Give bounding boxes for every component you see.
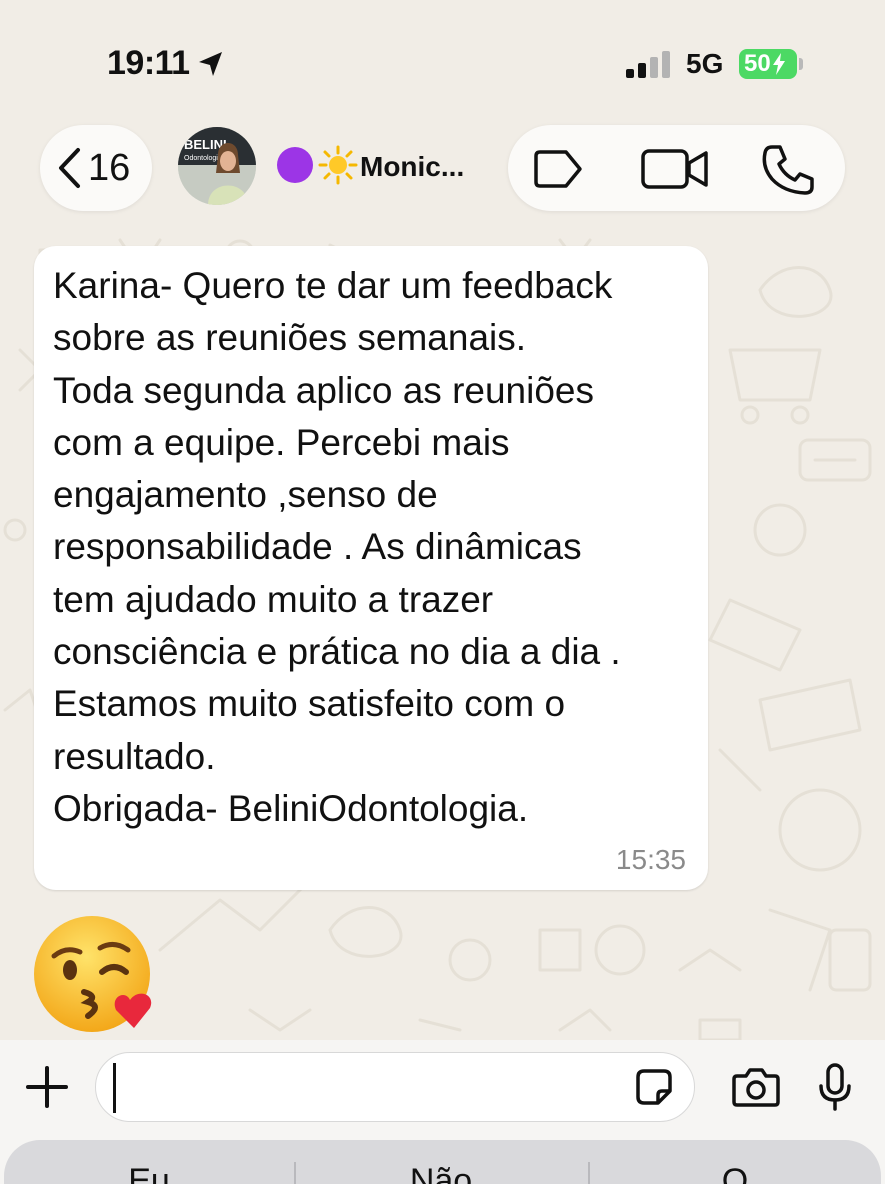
sticker-icon[interactable] (634, 1067, 674, 1107)
composer-bar (0, 1040, 885, 1140)
status-time: 19:11 (107, 44, 190, 82)
text-caret (113, 1063, 116, 1113)
unread-count: 16 (88, 146, 131, 189)
back-chevron-icon (59, 148, 80, 188)
message-text: Karina- Quero te dar um feedback sobre a… (53, 265, 621, 829)
keyboard-suggestions: Eu Não O (4, 1140, 881, 1184)
message-input[interactable] (95, 1052, 695, 1122)
contact-header[interactable]: BELINI Odontologia Monic... (160, 125, 498, 211)
purple-circle-emoji (277, 147, 313, 183)
suggestion-3[interactable]: O (590, 1162, 880, 1184)
charging-bolt-icon (772, 53, 785, 75)
battery-indicator: 50 (739, 49, 797, 79)
network-label: 5G (686, 48, 724, 79)
mic-icon[interactable] (817, 1062, 853, 1112)
message-timestamp: 15:35 (615, 844, 686, 875)
location-arrow-icon (199, 52, 222, 76)
avatar-photo: BELINI Odontologia (178, 127, 256, 205)
status-bar: 19:11 5G 50 (0, 0, 885, 120)
contact-name: Monic... (360, 151, 465, 182)
header-actions (508, 125, 845, 211)
plus-icon[interactable] (24, 1064, 70, 1110)
battery-cap (799, 58, 803, 70)
message-bubble[interactable]: Karina- Quero te dar um feedback sobre a… (34, 246, 708, 890)
back-button[interactable]: 16 (40, 125, 152, 211)
video-call-icon[interactable] (640, 147, 710, 191)
camera-icon[interactable] (731, 1066, 781, 1108)
phone-icon[interactable] (760, 143, 816, 197)
battery-level: 50 (744, 50, 771, 77)
kiss-emoji-message[interactable] (30, 912, 158, 1040)
avatar-brand-sub: Odontologia (184, 155, 222, 162)
keyboard: Eu Não O (0, 1140, 885, 1184)
signal-icon (626, 51, 670, 78)
suggestion-2[interactable]: Não (296, 1162, 586, 1184)
sun-icon (318, 145, 358, 185)
label-icon[interactable] (532, 148, 584, 190)
suggestion-1[interactable]: Eu (4, 1162, 294, 1184)
avatar[interactable]: BELINI Odontologia (178, 127, 256, 205)
